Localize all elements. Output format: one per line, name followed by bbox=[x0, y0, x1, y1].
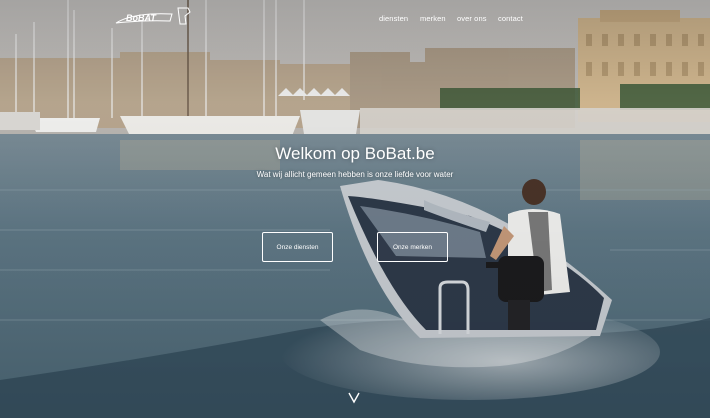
onze-diensten-button[interactable]: Onze diensten bbox=[262, 232, 333, 262]
nav-item-over-ons[interactable]: over ons bbox=[457, 14, 487, 23]
main-nav: diensten merken over ons contact bbox=[0, 14, 710, 28]
chevron-down-icon bbox=[348, 392, 360, 404]
nav-item-contact[interactable]: contact bbox=[498, 14, 523, 23]
hero-section: BoBAT diensten merken over ons contact W… bbox=[0, 0, 710, 418]
nav-item-diensten[interactable]: diensten bbox=[379, 14, 408, 23]
hero-subtitle: Wat wij allicht gemeen hebben is onze li… bbox=[256, 170, 454, 179]
hero-title: Welkom op BoBat.be bbox=[275, 144, 435, 163]
scroll-down-button[interactable] bbox=[346, 390, 362, 404]
onze-merken-button[interactable]: Onze merken bbox=[377, 232, 448, 262]
top-navigation-bar: BoBAT diensten merken over ons contact bbox=[0, 0, 710, 40]
hero-background-photo bbox=[0, 0, 710, 418]
nav-item-merken[interactable]: merken bbox=[420, 14, 446, 23]
